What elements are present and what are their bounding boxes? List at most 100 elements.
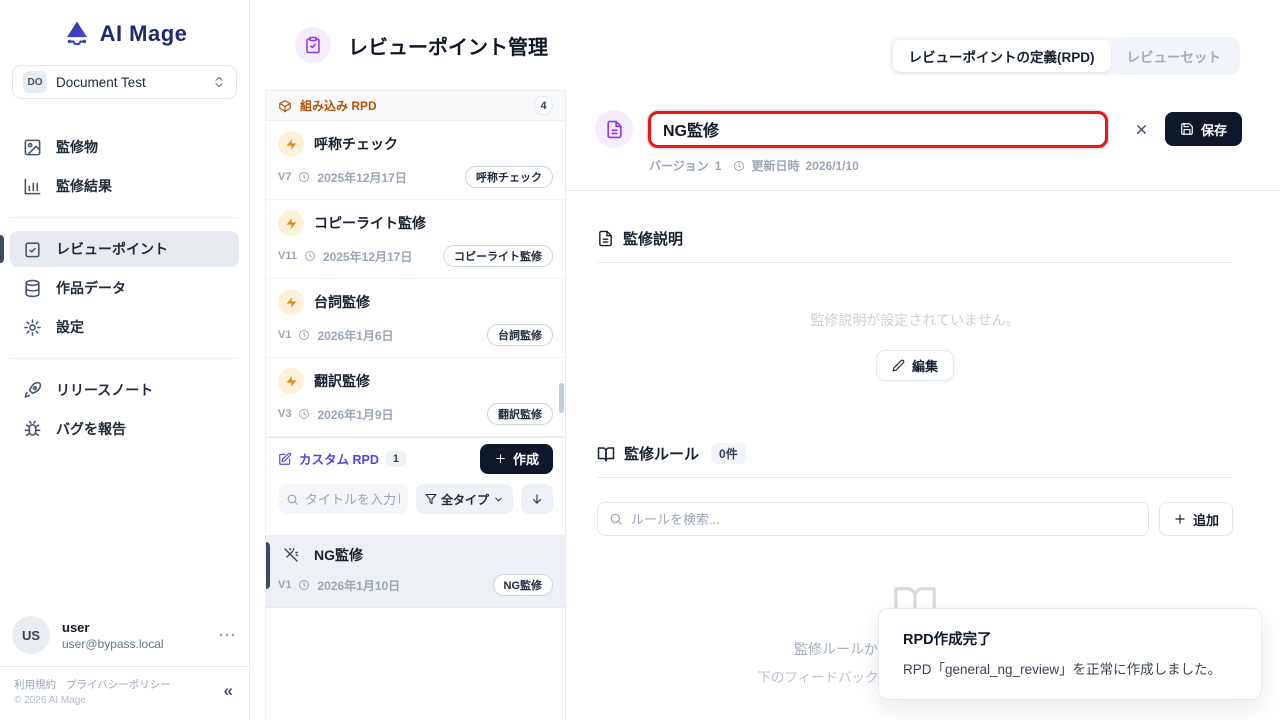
rpd-item-tag: 呼称チェック — [465, 166, 553, 188]
topbar: レビューポイント管理 レビューポイントの定義(RPD) レビューセット — [250, 0, 1280, 90]
sidebar-item-release-notes[interactable]: リリースノート — [10, 372, 239, 408]
tab-rpd-definition[interactable]: レビューポイントの定義(RPD) — [893, 40, 1111, 72]
edit-description-button[interactable]: 編集 — [876, 350, 954, 381]
divider — [10, 217, 239, 218]
sidebar-item-work-data[interactable]: 作品データ — [10, 270, 239, 306]
arrow-down-icon — [530, 492, 544, 506]
description-heading: 監修説明 — [623, 228, 683, 249]
rule-search-input[interactable] — [631, 512, 1137, 527]
rules-count-badge: 0件 — [711, 443, 746, 464]
pencil-icon — [892, 359, 905, 372]
type-filter-button[interactable]: 全タイプ — [416, 484, 513, 514]
rpd-item-title: コピーライト監修 — [314, 213, 426, 233]
rpd-item-date: 2026年1月6日 — [317, 327, 393, 344]
privacy-link[interactable]: プライバシーポリシー — [66, 677, 171, 692]
sidebar-item-settings[interactable]: 設定 — [10, 309, 239, 345]
user-block: US user user@bypass.local ··· — [12, 616, 237, 654]
save-button[interactable]: 保存 — [1165, 112, 1242, 146]
sidebar-item-label: 設定 — [56, 317, 84, 337]
rules-heading: 監修ルール — [624, 443, 699, 464]
description-empty-text: 監修説明が設定されていません。 — [597, 310, 1233, 330]
search-icon — [286, 493, 299, 506]
title-search-input[interactable] — [305, 492, 400, 507]
builtin-rpd-label: 組み込み RPD — [300, 97, 377, 114]
rpd-title-input[interactable] — [648, 111, 1108, 148]
title-search-field[interactable] — [278, 484, 408, 514]
avatar: US — [12, 616, 50, 654]
logo-text: AI Mage — [100, 21, 188, 47]
custom-rpd-label: カスタム RPD — [299, 449, 379, 468]
user-menu-button[interactable]: ··· — [219, 627, 237, 644]
rpd-item-title: 台詞監修 — [314, 292, 370, 312]
file-text-icon — [595, 110, 633, 148]
clock-icon — [298, 329, 310, 341]
pencil-square-icon — [278, 452, 292, 466]
custom-rpd-toolbar: 全タイプ — [266, 479, 565, 522]
rule-search-field[interactable] — [597, 502, 1149, 536]
database-icon — [23, 279, 42, 298]
sidebar-item-review-points[interactable]: レビューポイント — [10, 231, 239, 267]
app-logo: AI Mage — [0, 16, 249, 52]
sort-button[interactable] — [521, 484, 553, 514]
custom-count-badge: 1 — [386, 451, 406, 467]
user-email: user@bypass.local — [62, 637, 207, 651]
rpd-item-date: 2026年1月9日 — [317, 406, 393, 423]
builtin-rpd-section-header: 組み込み RPD 4 — [266, 91, 565, 121]
toast-title: RPD作成完了 — [903, 628, 1237, 649]
clock-icon — [298, 408, 310, 420]
sidebar-item-review-targets[interactable]: 監修物 — [10, 129, 239, 165]
sidebar-item-report-bug[interactable]: バグを報告 — [10, 411, 239, 447]
clipboard-check-icon — [23, 240, 42, 259]
rpd-item-date: 2025年12月17日 — [323, 248, 412, 265]
terms-link[interactable]: 利用規約 — [14, 677, 56, 692]
clock-icon — [298, 579, 310, 591]
rpd-list-item[interactable]: 翻訳監修 V3 2026年1月9日 翻訳監修 — [266, 358, 565, 437]
zap-icon — [278, 368, 304, 394]
rpd-list-item-selected[interactable]: NG監修 V1 2026年1月10日 NG監修 — [266, 535, 565, 608]
edit-label: 編集 — [912, 356, 938, 375]
sidebar-item-label: 監修物 — [56, 137, 98, 157]
collapse-sidebar-button[interactable]: « — [224, 681, 233, 701]
toast-notification[interactable]: RPD作成完了 RPD「general_ng_review」を正常に作成しました… — [878, 608, 1262, 700]
toast-message: RPD「general_ng_review」を正常に作成しました。 — [903, 658, 1237, 678]
tab-review-set[interactable]: レビューセット — [1111, 40, 1238, 72]
rpd-list-panel: 組み込み RPD 4 呼称チェック V7 2025年12月17日 呼称チェック … — [265, 90, 566, 720]
version-badge: V3 — [278, 408, 291, 420]
sidebar-item-label: バグを報告 — [56, 419, 126, 439]
updated-value: 2026/1/10 — [805, 159, 858, 173]
rpd-item-date: 2026年1月10日 — [317, 577, 400, 594]
sidebar: AI Mage DO Document Test 監修物 監修結果 レビューポイ… — [0, 0, 250, 720]
list-scrollbar-thumb[interactable] — [559, 383, 564, 413]
create-rpd-button[interactable]: 作成 — [480, 444, 553, 474]
sidebar-item-label: 作品データ — [56, 278, 126, 298]
rpd-list-item[interactable]: 呼称チェック V7 2025年12月17日 呼称チェック — [266, 121, 565, 200]
sidebar-item-review-results[interactable]: 監修結果 — [10, 168, 239, 204]
package-icon — [278, 99, 292, 113]
clock-icon — [304, 250, 316, 262]
rpd-item-date: 2025年12月17日 — [317, 169, 406, 186]
file-text-icon — [597, 230, 614, 247]
save-label: 保存 — [1201, 120, 1227, 139]
version-badge: V7 — [278, 171, 291, 183]
plus-icon — [1173, 512, 1187, 526]
divider — [566, 190, 1280, 191]
project-selector[interactable]: DO Document Test — [12, 65, 237, 99]
close-icon[interactable] — [1134, 122, 1149, 137]
bug-icon — [23, 420, 42, 439]
rpd-list-item[interactable]: コピーライト監修 V11 2025年12月17日 コピーライト監修 — [266, 200, 565, 279]
version-badge: V1 — [278, 579, 291, 591]
book-open-icon — [597, 445, 615, 463]
clock-icon — [298, 171, 310, 183]
add-rule-button[interactable]: 追加 — [1159, 502, 1233, 536]
zap-icon — [278, 131, 304, 157]
chevron-down-icon — [493, 494, 504, 505]
wand-off-icon — [278, 547, 304, 563]
rpd-list-item[interactable]: 台詞監修 V1 2026年1月6日 台詞監修 — [266, 279, 565, 358]
sidebar-footer: 利用規約 プライバシーポリシー © 2026 AI Mage « — [0, 666, 249, 720]
rpd-item-tag: コピーライト監修 — [443, 245, 553, 267]
sidebar-item-label: レビューポイント — [56, 239, 168, 259]
rocket-icon — [23, 381, 42, 400]
rpd-meta: バージョン 1 更新日時 2026/1/10 — [649, 157, 1280, 174]
gear-icon — [23, 318, 42, 337]
updated-label: 更新日時 — [751, 157, 799, 174]
